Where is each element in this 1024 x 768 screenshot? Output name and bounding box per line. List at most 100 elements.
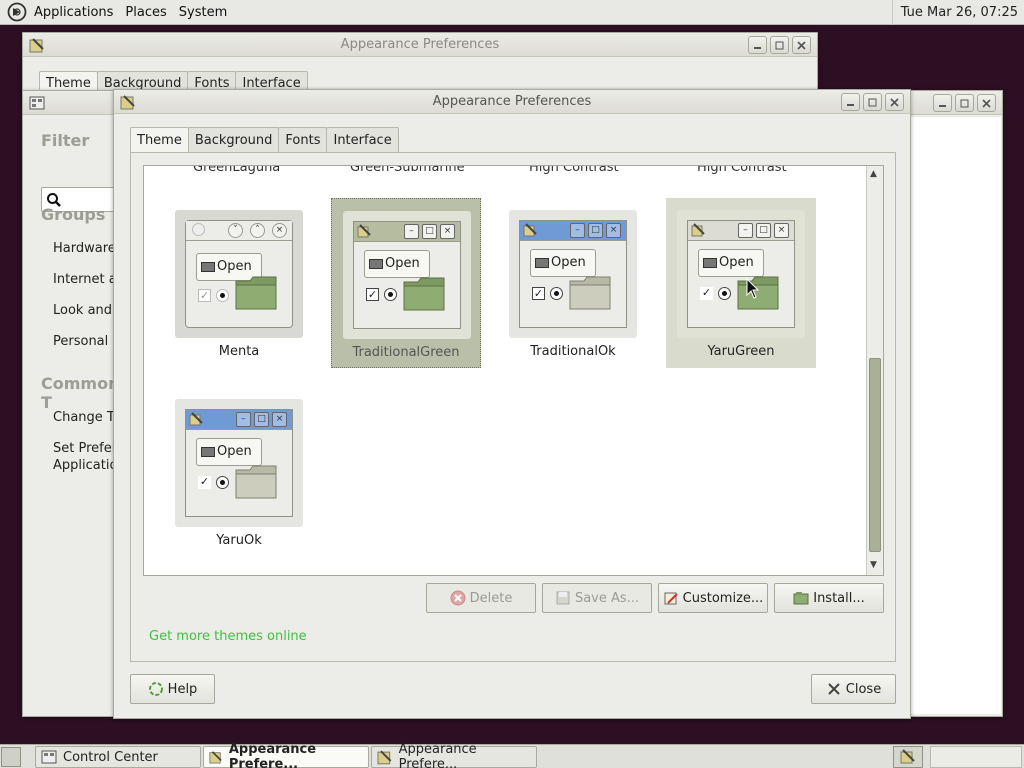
checkbox-icon: ✓	[198, 289, 211, 302]
theme-item-yarugreen[interactable]: – □ × Open ✓ YaruGreen	[666, 198, 816, 368]
maximize-icon: □	[756, 223, 771, 238]
task-appearance-preferences[interactable]: Appearance Prefere...	[371, 742, 537, 768]
preview-open-label: Open	[551, 255, 586, 270]
tab-background[interactable]: Background	[187, 127, 280, 153]
theme-name: Menta	[218, 344, 260, 359]
tab-bar: Theme Background Fonts Interface	[130, 127, 399, 153]
theme-list-scrollbar[interactable]: ▲ ▼	[866, 166, 883, 575]
minimize-icon: –	[570, 223, 585, 238]
control-center-sidebar: Filter Groups Hardware Internet ar Look …	[23, 117, 125, 716]
close-button[interactable]: Close	[811, 674, 896, 704]
titlebar[interactable]: Appearance Preferences	[114, 90, 910, 114]
menu-system[interactable]: System	[173, 0, 233, 25]
theme-item-yaruok[interactable]: – □ × Open ✓ YaruOk	[164, 387, 314, 557]
common-item-applications[interactable]: Applicatio	[53, 458, 117, 473]
control-center-icon	[41, 750, 57, 764]
minimize-icon: –	[738, 223, 753, 238]
close-window-button[interactable]	[792, 36, 811, 54]
help-button[interactable]: Help	[130, 674, 215, 704]
show-desktop-button[interactable]	[1, 747, 21, 767]
workspace-switcher-empty[interactable]	[930, 746, 1022, 768]
help-label: Help	[167, 681, 198, 697]
scrollbar-thumb[interactable]	[869, 358, 881, 552]
folder-icon	[201, 447, 215, 457]
close-icon	[828, 683, 840, 695]
titlebar[interactable]: Appearance Preferences	[23, 33, 817, 57]
close-window-button[interactable]	[885, 93, 904, 111]
delete-icon	[450, 590, 466, 606]
install-button[interactable]: Install...	[774, 583, 884, 613]
theme-name: TraditionalOk	[530, 344, 616, 359]
theme-item-traditionalok[interactable]: – □ × Open ✓ TraditionalOk	[498, 198, 648, 368]
radio-icon	[718, 287, 731, 300]
customize-button[interactable]: Customize...	[658, 583, 768, 613]
delete-label: Delete	[469, 590, 513, 606]
close-window-button[interactable]	[977, 94, 996, 112]
checkbox-icon: ✓	[532, 287, 545, 300]
minimize-button[interactable]	[841, 93, 860, 111]
close-icon: ×	[606, 223, 621, 238]
chevron-up-icon: ˄	[250, 223, 265, 238]
radio-icon	[550, 287, 563, 300]
menu-places[interactable]: Places	[119, 0, 172, 25]
preview-open-label: Open	[217, 259, 252, 274]
folder-icon	[535, 258, 549, 268]
maximize-icon: □	[422, 224, 437, 239]
maximize-button[interactable]	[955, 94, 974, 112]
maximize-button[interactable]	[770, 36, 789, 54]
common-tasks-heading: Common T	[41, 374, 120, 412]
theme-item-traditionalgreen[interactable]: – □ × Open ✓ TraditionalGreen	[331, 198, 481, 368]
maximize-icon: □	[254, 412, 269, 427]
checkbox-icon: ✓	[198, 475, 211, 489]
theme-label-partial: Green-Submarine	[350, 165, 465, 175]
close-icon: ×	[272, 412, 287, 427]
maximize-button[interactable]	[863, 93, 882, 111]
task-control-center[interactable]: Control Center	[35, 746, 201, 768]
tab-theme[interactable]: Theme	[130, 127, 189, 153]
preview-app-icon	[357, 224, 371, 238]
save-as-label: Save As...	[574, 590, 640, 606]
customize-icon	[664, 592, 678, 605]
appearance-preferences-dialog[interactable]: Appearance Preferences Theme Background …	[113, 89, 911, 719]
group-item-internet[interactable]: Internet ar	[53, 272, 122, 287]
distro-logo-icon[interactable]	[6, 1, 28, 23]
group-item-hardware[interactable]: Hardware	[53, 241, 116, 256]
save-as-button[interactable]: Save As...	[542, 583, 652, 613]
preview-app-icon	[189, 412, 203, 426]
top-panel: Applications Places System Tue Mar 26, 0…	[0, 0, 1024, 25]
theme-preview: ˅ ˄ × Open ✓	[175, 210, 303, 338]
close-label: Close	[845, 681, 882, 697]
clock[interactable]: Tue Mar 26, 07:25	[891, 0, 1024, 25]
theme-name: TraditionalGreen	[352, 345, 460, 360]
appearance-app-icon	[900, 749, 915, 764]
workspace-switcher[interactable]	[893, 746, 923, 768]
appearance-app-icon	[209, 751, 222, 764]
window-title: Appearance Preferences	[340, 37, 500, 52]
minimize-button[interactable]	[748, 36, 767, 54]
window-title: Appearance Preferences	[432, 94, 592, 109]
task-label: Control Center	[63, 749, 158, 765]
scroll-down-icon[interactable]: ▼	[870, 560, 877, 570]
folder-icon	[569, 276, 611, 310]
theme-list[interactable]: GreenLaguna Green-Submarine High Contras…	[143, 165, 884, 576]
checkbox-icon: ✓	[700, 286, 713, 300]
preview-open-label: Open	[385, 256, 420, 271]
theme-preview: – □ × Open ✓	[509, 210, 637, 338]
tab-fonts[interactable]: Fonts	[278, 127, 328, 153]
minimize-button[interactable]	[933, 94, 952, 112]
radio-icon	[384, 288, 397, 301]
menu-applications[interactable]: Applications	[28, 0, 119, 25]
close-icon: ×	[774, 223, 789, 238]
theme-tab-panel: GreenLaguna Green-Submarine High Contras…	[130, 152, 896, 662]
install-label: Install...	[813, 590, 865, 606]
scroll-up-icon[interactable]: ▲	[870, 169, 877, 179]
get-more-themes-link[interactable]: Get more themes online	[149, 629, 307, 644]
filter-heading: Filter	[41, 131, 90, 150]
close-icon: ×	[272, 223, 287, 238]
folder-icon	[703, 258, 717, 268]
task-appearance-preferences-active[interactable]: Appearance Prefere...	[203, 742, 369, 768]
delete-button[interactable]: Delete	[426, 583, 536, 613]
theme-item-menta[interactable]: ˅ ˄ × Open ✓ Menta	[164, 198, 314, 368]
tab-interface[interactable]: Interface	[326, 127, 399, 153]
group-item-personal[interactable]: Personal	[53, 334, 108, 349]
